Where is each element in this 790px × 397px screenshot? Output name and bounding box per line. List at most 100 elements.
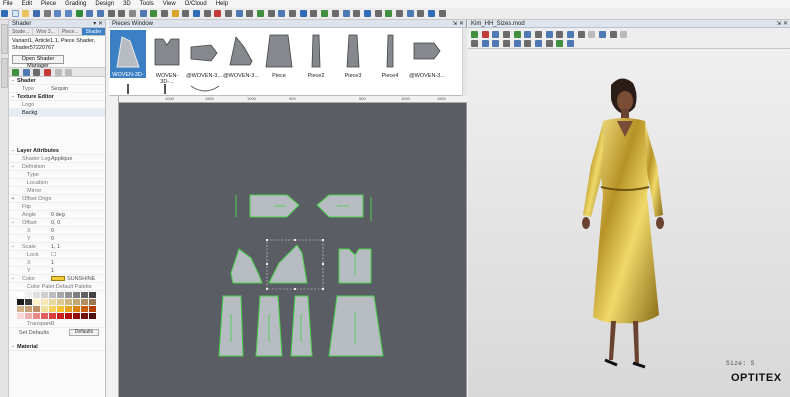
color-map-icon[interactable] — [556, 40, 564, 47]
lock-row[interactable]: Lock ☐ — [9, 251, 105, 259]
palette-swatch[interactable] — [73, 292, 80, 298]
arrange-icon[interactable] — [331, 10, 339, 17]
paste-icon[interactable] — [75, 10, 83, 17]
palette-swatch[interactable] — [81, 299, 88, 305]
palette-row[interactable]: Color Palet Default Palette — [9, 283, 105, 291]
grid-3d-icon[interactable] — [471, 40, 478, 47]
menu-3d[interactable]: 3D — [123, 0, 131, 8]
tension-map-icon[interactable] — [599, 31, 607, 38]
collapse-icon[interactable]: − — [9, 163, 17, 170]
pencil-icon[interactable] — [171, 10, 179, 17]
3d-avatar-with-dress[interactable] — [563, 75, 683, 375]
scale-row[interactable]: − Scale 1, 1 — [9, 243, 105, 251]
undo-icon[interactable] — [86, 10, 94, 17]
palette-swatch[interactable] — [57, 299, 64, 305]
collapse-icon[interactable]: − — [9, 343, 17, 350]
close-icon[interactable]: ⇲ ✕ — [452, 20, 466, 27]
scale-y-row[interactable]: Y 1 — [9, 267, 105, 275]
add-layer-icon[interactable] — [12, 69, 19, 76]
settings-icon[interactable] — [438, 10, 446, 17]
shader-logo-row[interactable]: Shader Logo Applique — [9, 155, 105, 163]
arrow-down-icon[interactable] — [513, 31, 521, 38]
expand-icon[interactable]: + — [9, 195, 17, 202]
palette-swatch[interactable] — [17, 299, 24, 305]
bar-chart-icon[interactable] — [363, 10, 371, 17]
palette-swatch[interactable] — [57, 292, 64, 298]
reset-icon[interactable] — [524, 31, 532, 38]
grid-icon[interactable] — [139, 10, 147, 17]
light-icon[interactable] — [503, 40, 511, 47]
palette-swatch[interactable] — [25, 299, 32, 305]
palette-swatch[interactable] — [33, 313, 40, 319]
layers-icon[interactable] — [492, 40, 500, 47]
dart-icon[interactable] — [193, 10, 201, 17]
delete-layer-icon[interactable] — [44, 69, 52, 76]
layer-attributes-row[interactable]: − Layer Attributes — [9, 147, 105, 155]
mirror-row[interactable]: Mirror — [9, 187, 105, 195]
palette-swatch[interactable] — [17, 313, 24, 319]
palette-swatch[interactable] — [33, 292, 40, 298]
collapse-icon[interactable]: − — [9, 77, 17, 84]
palette-swatch[interactable] — [25, 313, 32, 319]
piece-thumbnail[interactable]: WOVEN-3D-FR... T — [110, 30, 146, 84]
vertical-tab[interactable] — [1, 58, 8, 88]
export-icon[interactable] — [427, 10, 435, 17]
piece-thumbnail[interactable]: @WOVEN-3... — [223, 30, 259, 79]
table-icon[interactable] — [374, 10, 382, 17]
wire-icon[interactable] — [535, 40, 543, 47]
menu-tools[interactable]: Tools — [140, 0, 154, 8]
offset-x-row[interactable]: X 0 — [9, 227, 105, 235]
collapse-icon[interactable]: − — [9, 219, 17, 226]
tab-piece[interactable]: Piece... — [59, 28, 83, 35]
palette-swatch[interactable] — [49, 292, 56, 298]
print-icon[interactable] — [43, 10, 51, 17]
grade-icon[interactable] — [310, 10, 318, 17]
close-icon[interactable]: ⇲ ✕ — [776, 20, 790, 27]
stitch-icon[interactable] — [235, 10, 243, 17]
palette-swatch[interactable] — [73, 313, 80, 319]
vertical-tab[interactable] — [1, 24, 8, 54]
palette-swatch[interactable] — [17, 306, 24, 312]
mirror-icon[interactable] — [278, 10, 286, 17]
collapse-icon[interactable]: − — [9, 275, 17, 282]
shadow-icon[interactable] — [513, 40, 521, 47]
palette-swatch[interactable] — [57, 313, 64, 319]
avatar-icon[interactable] — [577, 31, 585, 38]
palette-swatch[interactable] — [17, 292, 24, 298]
menu-edit[interactable]: Edit — [22, 0, 32, 8]
pattern-canvas[interactable] — [119, 103, 467, 397]
sew-icon[interactable] — [395, 10, 403, 17]
zoom-out-icon[interactable] — [118, 10, 126, 17]
tab-shader[interactable]: Shader — [82, 28, 105, 35]
palette-swatch[interactable] — [41, 313, 48, 319]
camera-icon[interactable] — [492, 31, 500, 38]
menu-view[interactable]: View — [163, 0, 176, 8]
stop-icon[interactable] — [481, 31, 489, 38]
palette-swatch[interactable] — [89, 313, 96, 319]
thumbnail-scrollbar[interactable] — [462, 28, 467, 96]
color-value[interactable]: SUNSHINE — [67, 276, 95, 282]
palette-swatch[interactable] — [89, 292, 96, 298]
collapse-icon[interactable]: − — [9, 243, 17, 250]
transparency-row[interactable]: Transparency 0 — [9, 320, 105, 328]
line-tool-icon[interactable] — [161, 10, 169, 17]
backg-row[interactable]: Backg — [9, 109, 105, 117]
offset-row[interactable]: − Offset 0, 0 — [9, 219, 105, 227]
layout-icon[interactable] — [417, 10, 425, 17]
defaults-button[interactable]: Defaults — [68, 329, 99, 336]
seam-icon[interactable] — [246, 10, 254, 17]
palette-swatch[interactable] — [33, 306, 40, 312]
palette-swatch[interactable] — [81, 292, 88, 298]
measure-icon[interactable] — [150, 10, 158, 17]
shift-icon[interactable] — [353, 10, 361, 17]
palette-swatch[interactable] — [49, 313, 56, 319]
palette-swatch[interactable] — [57, 306, 64, 312]
palette-swatch[interactable] — [41, 292, 48, 298]
notch-icon[interactable] — [182, 10, 190, 17]
menu-ocloud[interactable]: O/Cloud — [185, 0, 207, 8]
tab-woo[interactable]: Woo 3... — [33, 28, 59, 35]
select-arrow-icon[interactable] — [1, 10, 8, 17]
scissors-icon[interactable] — [54, 10, 62, 17]
render-icon[interactable] — [609, 31, 617, 38]
location-row[interactable]: Location — [9, 179, 105, 187]
